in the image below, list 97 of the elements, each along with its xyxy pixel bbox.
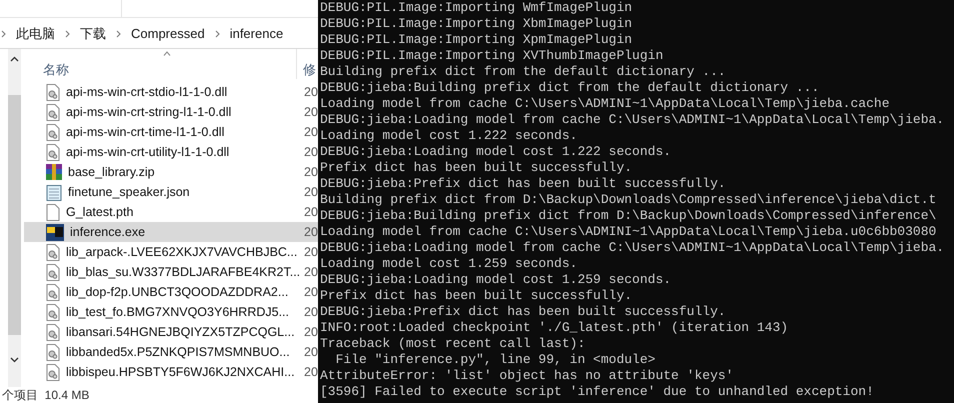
chevron-icon xyxy=(1,30,6,38)
file-date: 20 xyxy=(303,304,318,321)
file-row[interactable]: finetune_speaker.json 20 xyxy=(24,182,318,202)
file-row[interactable]: api-ms-win-crt-time-l1-1-0.dll 20 xyxy=(24,122,318,142)
breadcrumb-item[interactable]: 此电脑 xyxy=(16,24,55,44)
file-date: 20 xyxy=(303,284,318,301)
file-name: libansari.54HGNEJBQIYZX5TZPCQGL... xyxy=(66,324,295,341)
console-line: Building prefix dict from D:\Backup\Downloads\Compressed\inference\jieba\dict.t xyxy=(320,192,938,208)
file-date: 20 xyxy=(303,164,318,181)
breadcrumb-item[interactable]: 下载 xyxy=(80,24,106,44)
gear-file-icon xyxy=(46,244,60,260)
console-line: File "inference.py", line 99, in <module> xyxy=(334,352,656,368)
column-header[interactable]: 名称 xyxy=(24,49,296,79)
file-name: lib_blas_su.W3377BDLJARAFBE4KR2T... xyxy=(66,264,300,281)
file-date: 20 xyxy=(303,184,318,201)
file-date: 20 xyxy=(303,144,318,161)
gear-file-icon xyxy=(46,284,60,300)
file-row[interactable]: api-ms-win-crt-stdio-l1-1-0.dll 20 xyxy=(24,82,318,102)
file-date: 20 xyxy=(303,324,318,341)
blank-file-icon xyxy=(46,204,60,220)
console-line: Loading model from cache C:\Users\ADMINI~1\AppData\Local\Temp\jieba.cache xyxy=(320,96,890,112)
gear-file-icon xyxy=(46,364,60,380)
file-name: lib_test_fo.BMG7XNVQO3Y6HRRDJ5... xyxy=(66,304,289,321)
gear-file-icon xyxy=(46,144,60,160)
file-name: inference.exe xyxy=(70,224,146,241)
console-line: INFO:root:Loaded checkpoint './G_latest.pth' (iteration 143) xyxy=(320,320,790,336)
file-row[interactable]: api-ms-win-crt-utility-l1-1-0.dll 20 xyxy=(24,142,318,162)
console-line: DEBUG:jieba:Loading model from cache C:\Users\ADMINI~1\AppData\Local\Temp\jieba. xyxy=(320,112,946,128)
console-line: Loading model cost 1.259 seconds. xyxy=(320,256,578,272)
file-date: 20 xyxy=(303,224,318,241)
scrollbar[interactable] xyxy=(8,49,21,387)
gear-file-icon xyxy=(46,324,60,340)
file-date: 20 xyxy=(303,124,318,141)
console-line: Prefix dict has been built successfully. xyxy=(320,288,634,304)
console-line: DEBUG:PIL.Image:Importing XVThumbImagePlugin xyxy=(320,48,664,64)
file-row[interactable]: base_library.zip 20 xyxy=(24,162,318,182)
notepad-icon xyxy=(46,184,62,200)
gear-file-icon xyxy=(46,344,60,360)
file-row[interactable]: libansari.54HGNEJBQIYZX5TZPCQGL... 20 xyxy=(24,322,318,342)
chevron-icon xyxy=(116,30,121,38)
console-line: DEBUG:jieba:Loading model from cache C:\Users\ADMINI~1\AppData\Local\Temp\jieba. xyxy=(320,240,946,256)
file-row[interactable]: lib_blas_su.W3377BDLJARAFBE4KR2T... 20 xyxy=(24,262,318,282)
console-line: [3596] Failed to execute script 'inference' due to unhandled exception! xyxy=(320,384,875,400)
console-line: DEBUG:jieba:Prefix dict has been built successfully. xyxy=(320,176,727,192)
file-date: 20 xyxy=(303,264,318,281)
chevron-icon xyxy=(214,30,220,38)
console-line: DEBUG:jieba:Building prefix dict from the default dictionary ... xyxy=(320,80,820,96)
console-line: DEBUG:PIL.Image:Importing XpmImagePlugin xyxy=(320,32,634,48)
gear-file-icon xyxy=(46,84,60,100)
file-date: 20 xyxy=(303,244,318,261)
gear-file-icon xyxy=(46,304,60,320)
file-date: 20 xyxy=(303,364,318,381)
file-name: base_library.zip xyxy=(68,164,155,181)
gear-file-icon xyxy=(46,124,60,140)
file-name: lib_dop-f2p.UNBCT3QOODAZDDRA2... xyxy=(66,284,288,301)
gear-file-icon xyxy=(46,264,60,280)
file-row[interactable]: libbispeu.HPSBTY5F6WJ6KJ2NXCAHI... 20 xyxy=(24,362,318,382)
archive-icon xyxy=(46,164,62,180)
file-name: libbispeu.HPSBTY5F6WJ6KJ2NXCAHI... xyxy=(66,364,295,381)
status-text: 个项目 10.4 MB xyxy=(2,389,90,401)
console-line: DEBUG:PIL.Image:Importing WmfImagePlugin xyxy=(320,0,634,16)
file-name: G_latest.pth xyxy=(66,204,134,221)
console-line: DEBUG:jieba:Loading model cost 1.259 seconds. xyxy=(320,272,672,288)
program-icon xyxy=(46,224,64,240)
console-line: DEBUG:jieba:Building prefix dict from D:\Backup\Downloads\Compressed\inference\ xyxy=(320,208,938,224)
console-line: DEBUG:jieba:Prefix dict has been built successfully. xyxy=(320,304,727,320)
file-row[interactable]: G_latest.pth 20 xyxy=(24,202,318,222)
console-line: Prefix dict has been built successfully. xyxy=(320,160,634,176)
console-line: DEBUG:jieba:Loading model cost 1.222 seconds. xyxy=(320,144,672,160)
file-row[interactable]: lib_test_fo.BMG7XNVQO3Y6HRRDJ5... 20 xyxy=(24,302,318,322)
file-name: api-ms-win-crt-utility-l1-1-0.dll xyxy=(66,144,230,161)
file-name: libbanded5x.P5ZNKQPIS7MSMNBUO... xyxy=(66,344,290,361)
file-row[interactable]: lib_dop-f2p.UNBCT3QOODAZDDRA2... 20 xyxy=(24,282,318,302)
console-line: DEBUG:PIL.Image:Importing XbmImagePlugin xyxy=(320,16,634,32)
file-row[interactable]: api-ms-win-crt-string-l1-1-0.dll 20 xyxy=(24,102,318,122)
file-date: 20 xyxy=(303,344,318,361)
chevron-icon xyxy=(65,30,70,38)
file-row[interactable]: libbanded5x.P5ZNKQPIS7MSMNBUO... 20 xyxy=(24,342,318,362)
file-name: api-ms-win-crt-string-l1-1-0.dll xyxy=(66,104,232,121)
breadcrumb-item[interactable]: inference xyxy=(230,24,284,44)
sort-up-icon xyxy=(163,51,171,56)
file-row[interactable]: lib_arpack-.LVEE62XKJX7VAVCHBJBC... 20 xyxy=(24,242,318,262)
file-row[interactable]: inference.exe 20 xyxy=(24,222,318,242)
file-name: lib_arpack-.LVEE62XKJX7VAVCHBJBC... xyxy=(66,244,298,261)
console-line: Traceback (most recent call last): xyxy=(320,336,586,352)
file-date: 20 xyxy=(303,104,318,121)
console-line: Loading model from cache C:\Users\ADMINI~1\AppData\Local\Temp\jieba.u0c6bb03080 xyxy=(320,224,938,240)
file-name: finetune_speaker.json xyxy=(68,184,190,201)
console-line: AttributeError: 'list' object has no attribute 'keys' xyxy=(320,368,734,384)
file-name: api-ms-win-crt-stdio-l1-1-0.dll xyxy=(66,84,228,101)
console-line: Loading model cost 1.222 seconds. xyxy=(320,128,578,144)
breadcrumb-item[interactable]: Compressed xyxy=(131,24,205,44)
gear-file-icon xyxy=(46,104,60,120)
file-date: 20 xyxy=(303,84,318,101)
file-date: 20 xyxy=(303,204,318,221)
file-name: api-ms-win-crt-time-l1-1-0.dll xyxy=(66,124,224,141)
console-line: Building prefix dict from the default dictionary ... xyxy=(320,64,727,80)
